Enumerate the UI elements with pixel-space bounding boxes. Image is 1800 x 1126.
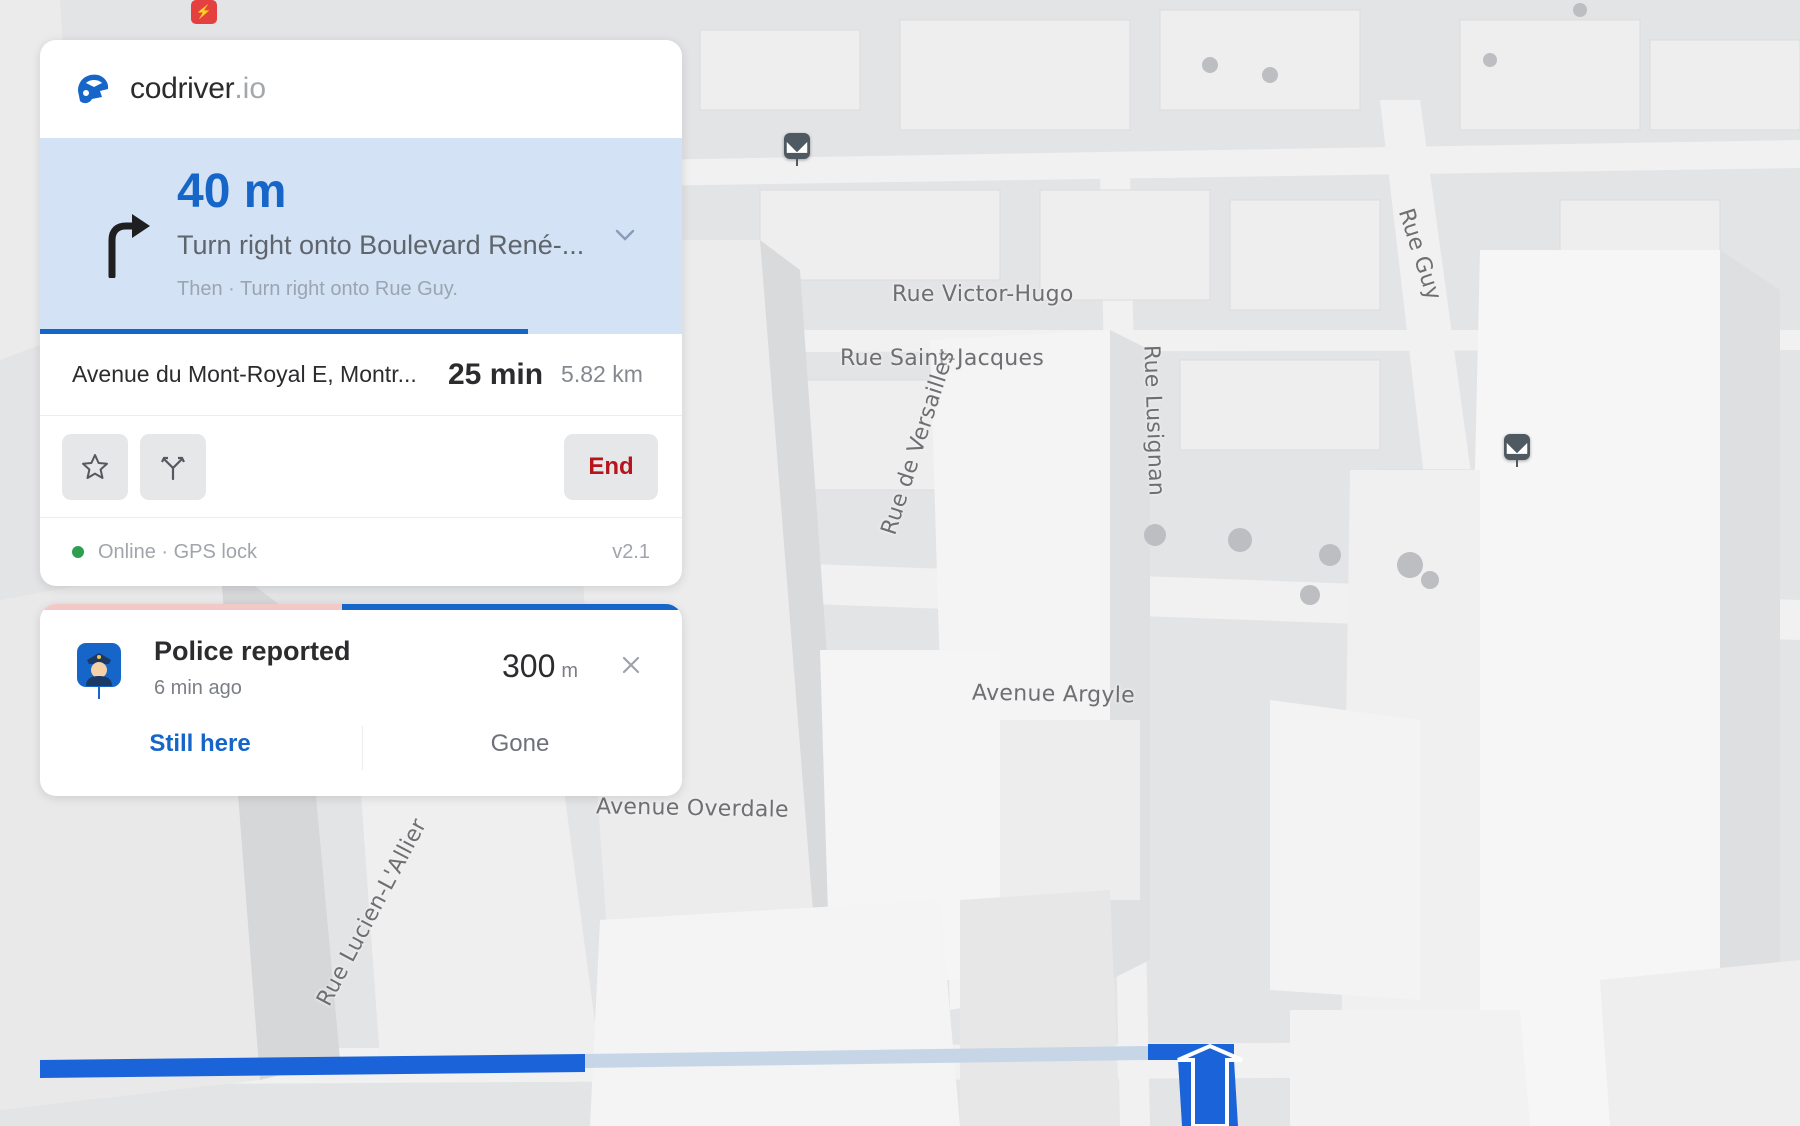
traffic-camera-icon[interactable]: ◣◢ [784, 133, 810, 166]
alert-title: Police reported [154, 636, 351, 666]
police-officer-icon [77, 643, 121, 699]
eta-time: 25 min [448, 357, 544, 391]
street-label-lusignan: Rue Lusignan [1138, 344, 1169, 497]
status-text: Online · GPS lock [98, 540, 257, 563]
online-status-dot [72, 546, 84, 558]
connection-status: Online · GPS lock v2.1 [40, 518, 682, 586]
police-alert-card: Police reported 6 min ago 300 m Still her… [40, 604, 682, 796]
still-here-button[interactable]: Still here [100, 730, 300, 758]
street-label-argyle: Avenue Argyle [971, 680, 1136, 709]
alert-divider [362, 726, 363, 770]
street-label-overdale: Avenue Overdale [595, 794, 790, 823]
navigation-card: codriver .io 40 m Turn right onto Boulev… [40, 40, 682, 586]
destination-address: Avenue du Mont-Royal E, Montr... [72, 361, 417, 387]
next-maneuver: Then · Turn right onto Rue Guy. [177, 278, 458, 300]
helmet-icon [78, 74, 109, 104]
maneuver-progress-fill [40, 329, 528, 334]
chevron-down-icon[interactable] [612, 224, 638, 246]
alert-timer [40, 604, 682, 610]
alert-time: 6 min ago [154, 677, 242, 699]
star-icon [82, 454, 108, 479]
brand-header: codriver .io [40, 40, 682, 138]
maneuver-distance: 40 m [177, 165, 287, 218]
turn-instruction[interactable]: 40 m Turn right onto Boulevard René-... … [40, 138, 682, 334]
alert-distance: 300 m [502, 648, 578, 685]
turn-right-arrow-icon [108, 214, 150, 278]
alternate-route-button[interactable] [140, 434, 206, 500]
close-icon[interactable] [620, 654, 642, 676]
traffic-camera-icon[interactable]: ◣◢ [1504, 434, 1530, 467]
route-summary[interactable]: Avenue du Mont-Royal E, Montr... 25 min … [40, 334, 682, 416]
action-bar: End [40, 416, 682, 518]
maneuver-progress [40, 329, 682, 334]
end-navigation-button[interactable]: End [564, 434, 658, 500]
brand-name: codriver [130, 72, 235, 105]
favorite-button[interactable] [62, 434, 128, 500]
gone-button[interactable]: Gone [420, 730, 620, 758]
ev-charging-icon[interactable]: ⚡ [191, 0, 217, 24]
alert-distance-unit: m [561, 660, 579, 682]
route-fork-icon [161, 456, 185, 481]
alert-distance-value: 300 [502, 648, 556, 684]
maneuver-street: Turn right onto Boulevard René-... [177, 230, 585, 260]
remaining-distance: 5.82 km [561, 361, 643, 387]
street-label-victor-hugo: Rue Victor-Hugo [892, 282, 1074, 307]
app-version: v2.1 [612, 540, 650, 563]
alert-timer-fill [341, 604, 682, 610]
brand-tld: .io [234, 72, 266, 105]
